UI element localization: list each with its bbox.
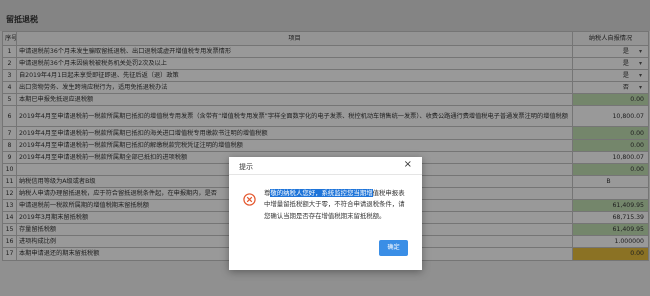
- confirm-button[interactable]: 确定: [379, 240, 408, 256]
- dialog-title: 提示: [239, 163, 253, 171]
- dialog-divider: [229, 174, 422, 175]
- close-icon[interactable]: ×: [404, 160, 412, 170]
- alert-dialog: 提示 × 尊敬的纳税人您好，系统监控您当期增值税申报表中增量留抵税额大于零，不符…: [229, 157, 422, 270]
- message-highlighted-text: 敬的纳税人您好，系统监控您当期增: [270, 189, 373, 197]
- error-circle-x-icon: [243, 193, 256, 206]
- dialog-message: 尊敬的纳税人您好，系统监控您当期增值税申报表中增量留抵税额大于零，不符合申请退税…: [264, 188, 410, 222]
